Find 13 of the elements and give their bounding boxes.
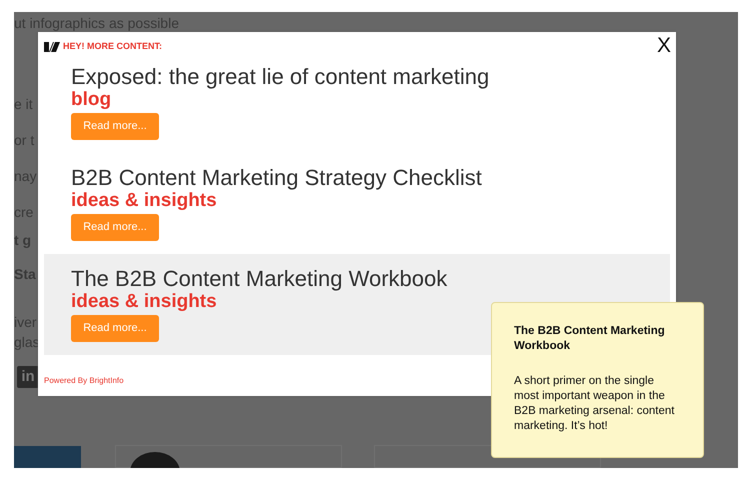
item-title: Exposed: the great lie of content marketing [71,65,490,89]
content-item[interactable]: B2B Content Marketing Strategy Checklist ideas & insights Read more... [44,153,670,254]
item-category: ideas & insights [71,291,218,313]
item-category: ideas & insights [71,190,218,212]
tooltip-text: A short primer on the single most important weapon in the B2B marketing arsenal: content marketing. It’s hot! [514,374,676,434]
item-title: B2B Content Marketing Strategy Checklist [71,166,483,190]
powered-by-text: Powered By BrightInfo [44,376,124,385]
photo-placeholder [14,446,81,468]
tooltip-title: The B2B Content Marketing Workbook [514,324,666,354]
item-category: blog [71,89,112,111]
logo-icon [44,42,60,52]
modal-heading: HEY! MORE CONTENT: [63,40,162,53]
item-title: The B2B Content Marketing Workbook [71,267,448,291]
